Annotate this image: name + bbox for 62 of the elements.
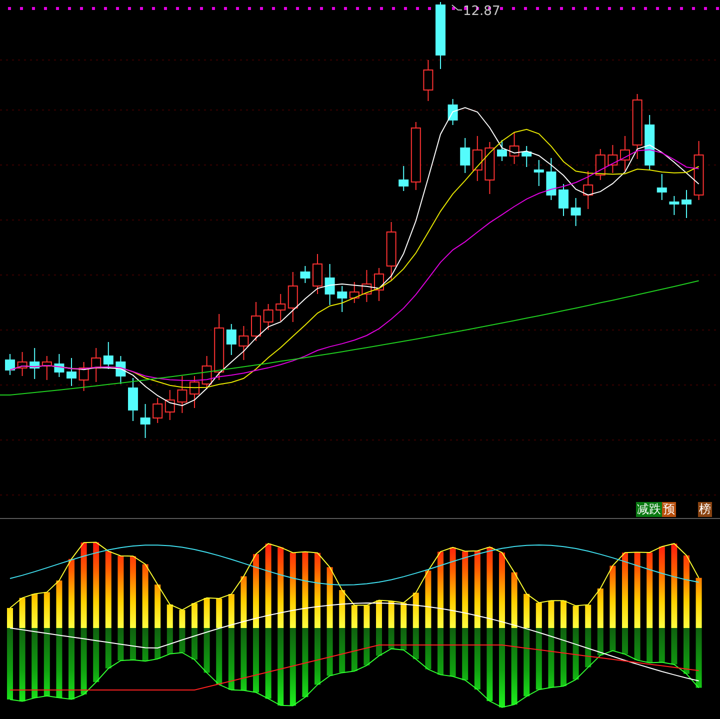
candlestick — [140, 404, 150, 438]
candlestick — [620, 136, 630, 172]
candlestick — [644, 114, 655, 170]
candlestick — [583, 170, 594, 210]
candlestick — [214, 314, 224, 380]
candlestick — [546, 158, 556, 200]
candlestick — [276, 294, 286, 322]
candlestick — [300, 266, 310, 284]
candlestick — [103, 342, 114, 370]
candlestick — [128, 378, 138, 422]
candlestick — [17, 352, 28, 376]
candlestick — [42, 356, 52, 380]
candlestick — [337, 286, 348, 312]
candlestick — [595, 148, 606, 180]
candlestick — [5, 354, 15, 376]
candlestick — [66, 358, 76, 386]
candlestick — [423, 60, 434, 102]
candlestick — [362, 270, 372, 302]
signal-tag: 减跌 — [636, 502, 662, 517]
signal-tag: 榜 — [698, 502, 712, 517]
candlestick — [448, 98, 458, 126]
candlestick — [78, 362, 89, 392]
candlestick — [251, 302, 261, 342]
candlestick — [398, 166, 409, 192]
candlestick — [54, 354, 64, 378]
candlestick — [91, 348, 102, 382]
candlestick — [669, 196, 680, 216]
candlestick — [190, 376, 200, 408]
candlestick — [312, 254, 322, 294]
candlestick — [164, 390, 175, 420]
candlestick — [682, 190, 692, 218]
candlestick — [288, 272, 298, 322]
candlestick — [116, 356, 126, 384]
candlestick — [410, 122, 421, 190]
candlestick — [509, 132, 520, 164]
candlestick — [570, 198, 581, 226]
candlestick — [472, 136, 482, 182]
candlestick — [632, 94, 642, 160]
candlestick — [30, 348, 40, 380]
candlestick — [349, 282, 360, 304]
candlestick — [386, 222, 396, 280]
candlestick — [374, 268, 384, 302]
candlestick — [656, 174, 667, 200]
candlestick — [152, 398, 163, 424]
candlestick — [460, 138, 470, 174]
candlestick — [534, 160, 544, 186]
price-label: 12.87 — [463, 4, 500, 19]
candlestick — [263, 304, 274, 330]
candlestick — [202, 356, 212, 390]
leader-line — [452, 4, 462, 10]
candlestick — [484, 142, 495, 194]
candlestick — [694, 140, 704, 200]
candlestick — [522, 146, 532, 168]
signal-tag: 预 — [662, 502, 676, 517]
candlestick — [177, 376, 188, 414]
candlestick — [324, 264, 335, 306]
candlestick — [436, 2, 446, 70]
candlestick — [608, 144, 618, 174]
candlestick — [558, 184, 568, 216]
candlestick — [238, 326, 249, 360]
candlestick — [226, 324, 236, 356]
candlestick — [497, 140, 507, 162]
